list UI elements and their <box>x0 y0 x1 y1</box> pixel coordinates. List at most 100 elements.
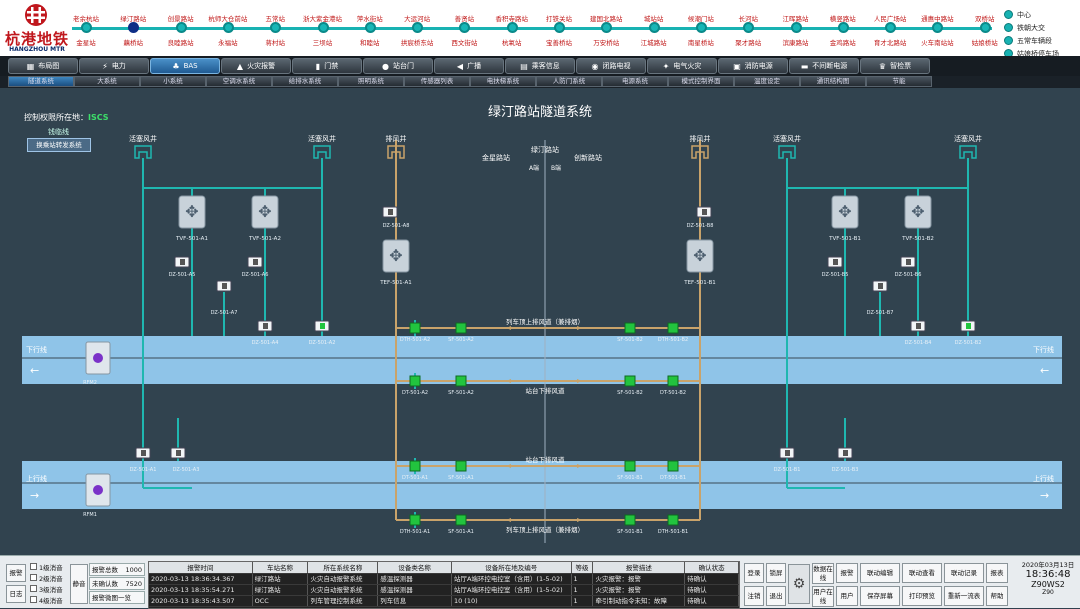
function-button[interactable]: 帮助 <box>986 586 1008 606</box>
toolbar-button[interactable]: ◀ 广播 <box>434 58 504 74</box>
station-1[interactable]: 绿汀路站 藕桥站 <box>109 0 157 56</box>
station-16[interactable]: 横竖路站 金鸡路站 <box>819 0 867 56</box>
station-5[interactable]: 浙大紫金港站 三坝站 <box>299 0 347 56</box>
right-menu-item[interactable]: 铁朝大交 <box>1004 21 1080 34</box>
station-14[interactable]: 长河站 聚才路站 <box>724 0 772 56</box>
checkbox-icon[interactable] <box>30 563 37 570</box>
toolbar-button[interactable]: ▤ 乘客信息 <box>505 58 575 74</box>
right-menu-item[interactable]: 中心 <box>1004 8 1080 21</box>
session-button[interactable]: 锁屏 <box>766 563 786 583</box>
toolbar-button[interactable]: ▬ 不间断电源 <box>789 58 859 74</box>
right-menu-item[interactable]: 五常车辆段 <box>1004 34 1080 47</box>
station-12[interactable]: 城站站 江城路站 <box>630 0 678 56</box>
subsystem-tab[interactable]: 电扶梯系统 <box>470 76 536 87</box>
station-17[interactable]: 人民广场站 育才北路站 <box>866 0 914 56</box>
alarm-button[interactable]: 报警 <box>6 564 26 582</box>
column-header[interactable]: 等级 <box>572 562 594 573</box>
column-header[interactable]: 设备类名称 <box>378 562 452 573</box>
function-button[interactable]: 保存屏幕 <box>860 586 900 606</box>
subsystem-tab[interactable]: 节能 <box>866 76 932 87</box>
station-2[interactable]: 创景路站 良睦路站 <box>157 0 205 56</box>
station-6[interactable]: 萍水街站 和睦站 <box>346 0 394 56</box>
function-button[interactable]: 联动查看 <box>902 563 942 583</box>
station-7[interactable]: 大运河站 拱宸桥东站 <box>393 0 441 56</box>
mute-level[interactable]: 2级消音 <box>30 572 70 583</box>
subsystem-tab[interactable]: 大系统 <box>74 76 140 87</box>
online-status-button[interactable]: 用户在线 <box>812 586 834 607</box>
station-0[interactable]: 老余杭站 金星站 <box>62 0 110 56</box>
function-button[interactable]: 用户 <box>836 586 858 606</box>
function-button[interactable]: 打印预览 <box>902 586 942 606</box>
station-3[interactable]: 杭师大仓前站 永福站 <box>204 0 252 56</box>
station-13[interactable]: 候潮门站 南星桥站 <box>677 0 725 56</box>
mute-level[interactable]: 1级消音 <box>30 561 70 572</box>
alarm-row[interactable]: 2020-03-13 18:36:34.367 绿汀路站 火灾自动报警系统 感温探测器… <box>149 574 739 585</box>
subsystem-tab[interactable]: 通讯结构图 <box>800 76 866 87</box>
subsystem-tab[interactable]: 温度设定 <box>734 76 800 87</box>
station-bottom-label: 姑娘桥站 <box>971 39 998 47</box>
mute-level[interactable]: 4级消音 <box>30 594 70 605</box>
subsystem-tab[interactable]: 空调水系统 <box>206 76 272 87</box>
rail-device-label: SF-501-B2 <box>617 390 643 396</box>
mute-level[interactable]: 3级消音 <box>30 583 70 594</box>
rail-device-icon <box>455 514 467 526</box>
subsystem-tab[interactable]: 电源系统 <box>602 76 668 87</box>
toolbar-button[interactable]: ▲ 火灾报警 <box>221 58 291 74</box>
checkbox-icon[interactable] <box>30 585 37 592</box>
column-header[interactable]: 报警时间 <box>149 562 253 573</box>
station-15[interactable]: 江晖路站 滨康路站 <box>772 0 820 56</box>
function-button[interactable]: 联动记录 <box>944 563 984 583</box>
checkbox-icon[interactable] <box>30 574 37 581</box>
log-button[interactable]: 日志 <box>6 585 26 603</box>
station-19[interactable]: 双桥站 姑娘桥站 <box>961 0 1009 56</box>
toolbar-button[interactable]: ▦ 布局图 <box>8 58 78 74</box>
count-row: 报警总数 1000 <box>89 563 145 576</box>
alarm-row[interactable]: 2020-03-13 18:35:43.507 OCC 列车管理控制系统 列车信息 10… <box>149 596 739 607</box>
damper-label: DZ-501-B5 <box>822 272 849 278</box>
subsystem-tab[interactable]: 隧道系统 <box>8 76 74 87</box>
subsystem-tab[interactable]: 人防门系统 <box>536 76 602 87</box>
session-button[interactable]: 登录 <box>744 563 764 583</box>
session-button[interactable]: 退出 <box>766 586 786 606</box>
station-bottom-label: 蒋村站 <box>265 39 285 47</box>
toolbar-button[interactable]: ♣ BAS <box>150 58 220 74</box>
session-button[interactable]: 注销 <box>744 586 764 606</box>
checkbox-icon[interactable] <box>30 596 37 603</box>
station-8[interactable]: 善贤站 西文街站 <box>440 0 488 56</box>
toolbar-button[interactable]: ● 站台门 <box>363 58 433 74</box>
toolbar-button[interactable]: ◉ 闭路电视 <box>576 58 646 74</box>
station-4[interactable]: 五常站 蒋村站 <box>251 0 299 56</box>
station-10[interactable]: 打铁关站 宝善桥站 <box>535 0 583 56</box>
column-header[interactable]: 报警描述 <box>593 562 686 573</box>
alarm-row[interactable]: 2020-03-13 18:35:54.271 绿汀路站 火灾自动报警系统 感温探测器… <box>149 585 739 596</box>
column-header[interactable]: 所在系统名称 <box>308 562 379 573</box>
damper-state <box>263 323 268 329</box>
function-button[interactable]: 联动编辑 <box>860 563 900 583</box>
toolbar-button[interactable]: ▮ 门禁 <box>292 58 362 74</box>
gear-icon[interactable]: ⚙ <box>788 564 810 604</box>
column-header[interactable]: 车站名称 <box>253 562 309 573</box>
toolbar-button[interactable]: ✦ 电气火灾 <box>647 58 717 74</box>
subsystem-tab[interactable]: 给排水系统 <box>272 76 338 87</box>
station-dot-icon <box>317 22 329 33</box>
column-header[interactable]: 设备所在地及编号 <box>452 562 572 573</box>
subsystem-tab[interactable]: 模式控制界面 <box>668 76 734 87</box>
mute-button[interactable]: 静音 <box>70 564 88 604</box>
subsystem-tab[interactable]: 照明系统 <box>338 76 404 87</box>
function-button[interactable]: 重新一流表 <box>944 586 984 606</box>
fan-icon: ✥ <box>838 202 851 221</box>
function-button[interactable]: 报警 <box>836 563 858 583</box>
online-status-button[interactable]: 数据在线 <box>812 563 834 584</box>
rail-device-label: SF-501-A1 <box>448 475 474 481</box>
column-header[interactable]: 确认状态 <box>685 562 739 573</box>
station-9[interactable]: 香积寺路站 杭氧站 <box>488 0 536 56</box>
subsystem-tab[interactable]: 传感器列表 <box>404 76 470 87</box>
station-11[interactable]: 建国北路站 万安桥站 <box>582 0 630 56</box>
toolbar-button[interactable]: ♛ 智检票 <box>860 58 930 74</box>
function-button[interactable]: 报表 <box>986 563 1008 583</box>
flow-arrow-icon <box>577 326 582 330</box>
station-18[interactable]: 通惠中路站 火车南站站 <box>913 0 961 56</box>
toolbar-button[interactable]: ⚡ 电力 <box>79 58 149 74</box>
toolbar-button[interactable]: ▣ 消防电源 <box>718 58 788 74</box>
subsystem-tab[interactable]: 小系统 <box>140 76 206 87</box>
